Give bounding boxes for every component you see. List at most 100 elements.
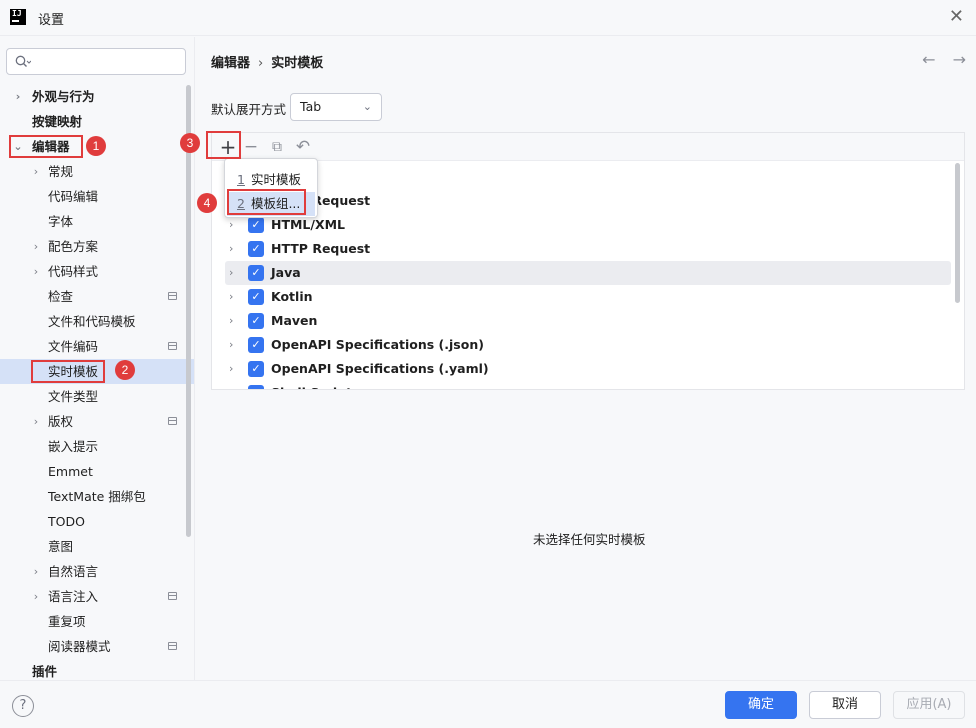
sidebar-item-label: 文件类型: [48, 389, 99, 404]
sidebar-item-label: 自然语言: [48, 564, 99, 579]
sidebar-item[interactable]: › 外观与行为: [0, 84, 194, 109]
sidebar-item-label: 文件编码: [48, 339, 99, 354]
settings-search-input[interactable]: [6, 48, 186, 75]
chevron-right-icon[interactable]: ›: [31, 559, 41, 584]
close-icon[interactable]: ✕: [949, 6, 964, 27]
template-group-row[interactable]: › ✓ Shell Script: [225, 381, 951, 389]
chevron-right-icon[interactable]: ›: [31, 584, 41, 609]
template-group-row[interactable]: › ✓ OpenAPI Specifications (.json): [225, 333, 951, 357]
sidebar-item[interactable]: › 版权: [0, 409, 194, 434]
sidebar-item[interactable]: › 常规: [0, 159, 194, 184]
chevron-right-icon[interactable]: ›: [229, 309, 233, 333]
sidebar-item[interactable]: 文件和代码模板: [0, 309, 194, 334]
breadcrumb-current: 实时模板: [271, 56, 324, 71]
sidebar-item-label: 外观与行为: [32, 89, 95, 104]
chevron-right-icon[interactable]: ›: [229, 261, 233, 285]
sidebar-item-label: 文件和代码模板: [48, 314, 136, 329]
project-scope-icon: [168, 342, 177, 350]
sidebar-item[interactable]: 插件: [0, 659, 194, 680]
template-group-label: Shell Script: [271, 381, 352, 389]
project-scope-icon: [168, 592, 177, 600]
sidebar-item[interactable]: 检查: [0, 284, 194, 309]
template-group-row[interactable]: ›✓HTTP Request: [225, 189, 951, 213]
search-icon: [15, 55, 31, 67]
enabled-checkbox[interactable]: ✓: [248, 241, 264, 257]
template-group-row[interactable]: › ✓ Java: [225, 261, 951, 285]
template-group-label: OpenAPI Specifications (.yaml): [271, 361, 489, 376]
enabled-checkbox[interactable]: ✓: [248, 361, 264, 377]
sidebar-item[interactable]: 重复项: [0, 609, 194, 634]
sidebar-item-label: 代码样式: [48, 264, 99, 279]
sidebar-item-label: TextMate 捆绑包: [48, 489, 146, 504]
chevron-right-icon[interactable]: ›: [229, 357, 233, 381]
sidebar-item[interactable]: 代码编辑: [0, 184, 194, 209]
template-group-label: OpenAPI Specifications (.json): [271, 337, 484, 352]
template-group-row[interactable]: › ✓ Kotlin: [225, 285, 951, 309]
chevron-right-icon[interactable]: ›: [229, 285, 233, 309]
sidebar-item-label: 插件: [32, 664, 58, 679]
help-icon[interactable]: ?: [12, 695, 34, 717]
sidebar-item-label: 代码编辑: [48, 189, 99, 204]
templates-scrollbar[interactable]: [955, 163, 960, 303]
chevron-right-icon[interactable]: ›: [229, 333, 233, 357]
sidebar-item[interactable]: 按键映射: [0, 109, 194, 134]
chevron-right-icon[interactable]: ›: [229, 381, 233, 389]
chevron-right-icon[interactable]: ›: [31, 259, 41, 284]
template-group-label: Kotlin: [271, 289, 313, 304]
template-group-row[interactable]: › ✓ Maven: [225, 309, 951, 333]
breadcrumb-parent[interactable]: 编辑器: [211, 56, 250, 71]
sidebar-item[interactable]: 意图: [0, 534, 194, 559]
apply-button[interactable]: 应用(A): [893, 691, 965, 719]
template-group-row[interactable]: ›✓HTTP Request: [225, 237, 951, 261]
enabled-checkbox[interactable]: ✓: [248, 385, 264, 389]
sidebar-item[interactable]: 文件类型: [0, 384, 194, 409]
chevron-right-icon[interactable]: ›: [31, 159, 41, 184]
sidebar-item-label: 嵌入提示: [48, 439, 99, 454]
sidebar-item[interactable]: 字体: [0, 209, 194, 234]
forward-arrow-icon[interactable]: →: [953, 50, 966, 69]
template-group-row[interactable]: › ✓ OpenAPI Specifications (.yaml): [225, 357, 951, 381]
chevron-right-icon[interactable]: ›: [13, 84, 23, 109]
annotation-marker-3: 3: [180, 133, 200, 153]
sidebar-item-label: 常规: [48, 164, 74, 179]
sidebar-item-label: TODO: [48, 514, 85, 529]
expand-with-select[interactable]: Tab ⌄: [290, 93, 382, 121]
chevron-right-icon[interactable]: ›: [31, 409, 41, 434]
breadcrumb-separator: ›: [258, 56, 264, 71]
sidebar-item[interactable]: › 代码样式: [0, 259, 194, 284]
popup-item-number: 1: [237, 172, 245, 187]
expand-with-value: Tab: [300, 99, 322, 114]
annotation-marker-2: 2: [115, 360, 135, 380]
sidebar-item[interactable]: TODO: [0, 509, 194, 534]
empty-selection-message: 未选择任何实时模板: [533, 532, 646, 547]
sidebar-item[interactable]: Emmet: [0, 459, 194, 484]
enabled-checkbox[interactable]: ✓: [248, 289, 264, 305]
sidebar-item[interactable]: › 自然语言: [0, 559, 194, 584]
sidebar-item-label: 检查: [48, 289, 74, 304]
cancel-button[interactable]: 取消: [809, 691, 881, 719]
settings-sidebar: › 外观与行为 按键映射 ⌄ 编辑器 › 常规 代码编辑 字体 › 配色方案 › 代码样式 检查 文件和代码…: [0, 37, 195, 680]
sidebar-item[interactable]: 阅读器模式: [0, 634, 194, 659]
chevron-right-icon[interactable]: ›: [31, 234, 41, 259]
sidebar-item[interactable]: › 配色方案: [0, 234, 194, 259]
back-arrow-icon[interactable]: ←: [922, 50, 935, 69]
title-bar: IJ 设置 ✕: [0, 0, 976, 36]
sidebar-item[interactable]: TextMate 捆绑包: [0, 484, 194, 509]
chevron-right-icon[interactable]: ›: [229, 237, 233, 261]
dialog-footer: ? 确定 取消 应用(A): [0, 680, 976, 728]
chevron-down-icon: ⌄: [362, 100, 372, 113]
annotation-box-editor: [9, 135, 83, 158]
sidebar-item-label: 阅读器模式: [48, 639, 111, 654]
template-group-row[interactable]: › ✓ HTML/XML: [225, 213, 951, 237]
annotation-marker-1: 1: [86, 136, 106, 156]
sidebar-item[interactable]: 嵌入提示: [0, 434, 194, 459]
enabled-checkbox[interactable]: ✓: [248, 337, 264, 353]
enabled-checkbox[interactable]: ✓: [248, 313, 264, 329]
sidebar-item[interactable]: 文件编码: [0, 334, 194, 359]
sidebar-item-label: 意图: [48, 539, 74, 554]
annotation-box-add: [206, 131, 241, 159]
enabled-checkbox[interactable]: ✓: [248, 217, 264, 233]
sidebar-item[interactable]: › 语言注入: [0, 584, 194, 609]
enabled-checkbox[interactable]: ✓: [248, 265, 264, 281]
ok-button[interactable]: 确定: [725, 691, 797, 719]
